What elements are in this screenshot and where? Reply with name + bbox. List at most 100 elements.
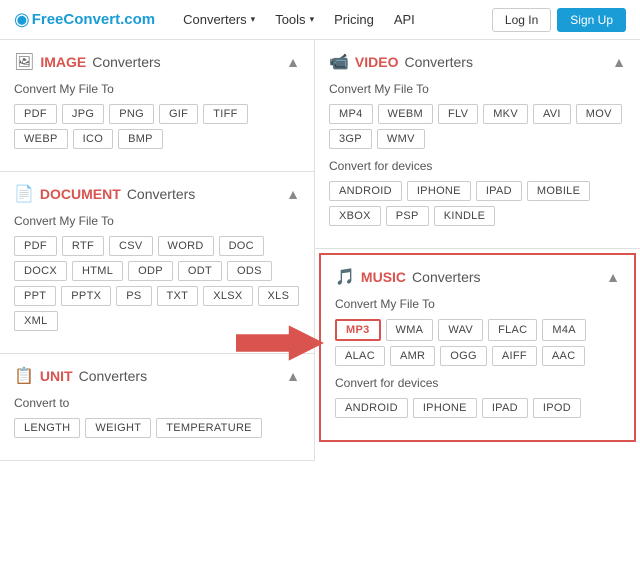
video-section-title: 📹 VIDEO Converters	[329, 52, 473, 72]
chevron-icon: ▾	[310, 14, 315, 25]
tag-doc[interactable]: DOC	[219, 236, 264, 256]
unit-section-header: 📋 UNIT Converters ▲	[14, 366, 300, 386]
tag-ipad[interactable]: IPAD	[482, 398, 528, 418]
tag-iphone[interactable]: IPHONE	[407, 181, 471, 201]
music-keyword: MUSIC	[361, 269, 406, 285]
unit-keyword: UNIT	[40, 368, 73, 384]
tag-weight[interactable]: WEIGHT	[85, 418, 151, 438]
tag-android[interactable]: ANDROID	[335, 398, 408, 418]
tag-kindle[interactable]: KINDLE	[434, 206, 496, 226]
music-section: 🎵 MUSIC Converters ▲ Convert My File To …	[319, 253, 636, 442]
tag-ods[interactable]: ODS	[227, 261, 272, 281]
login-button[interactable]: Log In	[492, 8, 551, 32]
tag-temperature[interactable]: TEMPERATURE	[156, 418, 262, 438]
tag-html[interactable]: HTML	[72, 261, 123, 281]
music-collapse-button[interactable]: ▲	[606, 269, 620, 285]
tag-mp3[interactable]: MP3	[335, 319, 381, 341]
tag-aiff[interactable]: AIFF	[492, 346, 537, 366]
tag-xlsx[interactable]: XLSX	[203, 286, 252, 306]
tag-wmv[interactable]: WMV	[377, 129, 425, 149]
nav-actions: Log In Sign Up	[492, 8, 626, 32]
video-file-tags: MP4 WEBM FLV MKV AVI MOV 3GP WMV	[329, 104, 626, 149]
document-icon: 📄	[14, 184, 34, 204]
image-section-header: 🖼 IMAGE Converters ▲	[14, 52, 300, 72]
unit-section-title: 📋 UNIT Converters	[14, 366, 147, 386]
tag-ipod[interactable]: IPOD	[533, 398, 581, 418]
unit-convert-label: Convert to	[14, 396, 300, 410]
logo-text: FreeConvert.com	[32, 11, 155, 28]
music-section-header: 🎵 MUSIC Converters ▲	[335, 267, 620, 287]
tag-ogg[interactable]: OGG	[440, 346, 487, 366]
tag-ps[interactable]: PS	[116, 286, 151, 306]
tag-wma[interactable]: WMA	[386, 319, 434, 341]
tag-android[interactable]: ANDROID	[329, 181, 402, 201]
tag-amr[interactable]: AMR	[390, 346, 435, 366]
tag-txt[interactable]: TXT	[157, 286, 199, 306]
video-collapse-button[interactable]: ▲	[612, 54, 626, 70]
nav-converters[interactable]: Converters ▾	[175, 8, 263, 31]
logo-suffix: Convert.com	[63, 11, 155, 28]
chevron-icon: ▾	[251, 14, 256, 25]
tag-mp4[interactable]: MP4	[329, 104, 373, 124]
logo[interactable]: ◉ FreeConvert.com	[14, 9, 155, 30]
tag-xls[interactable]: XLS	[258, 286, 300, 306]
nav-links: Converters ▾ Tools ▾ Pricing API	[175, 8, 492, 31]
tag-length[interactable]: LENGTH	[14, 418, 80, 438]
tag-xml[interactable]: XML	[14, 311, 58, 331]
music-label: Converters	[412, 269, 480, 285]
tag-wav[interactable]: WAV	[438, 319, 483, 341]
nav-api[interactable]: API	[386, 8, 423, 31]
tag-mkv[interactable]: MKV	[483, 104, 528, 124]
tag-xbox[interactable]: XBOX	[329, 206, 381, 226]
image-label: Converters	[92, 54, 160, 70]
tag-png[interactable]: PNG	[109, 104, 154, 124]
tag-m4a[interactable]: M4A	[542, 319, 586, 341]
unit-label: Converters	[79, 368, 147, 384]
tag-jpg[interactable]: JPG	[62, 104, 104, 124]
tag-odt[interactable]: ODT	[178, 261, 222, 281]
tag-pptx[interactable]: PPTX	[61, 286, 111, 306]
tag-rtf[interactable]: RTF	[62, 236, 104, 256]
tag-ico[interactable]: ICO	[73, 129, 113, 149]
tag-webm[interactable]: WEBM	[378, 104, 433, 124]
tag-csv[interactable]: CSV	[109, 236, 153, 256]
tag-bmp[interactable]: BMP	[118, 129, 163, 149]
tag-pdf[interactable]: PDF	[14, 104, 57, 124]
image-collapse-button[interactable]: ▲	[286, 54, 300, 70]
music-convert-label: Convert My File To	[335, 297, 620, 311]
video-icon: 📹	[329, 52, 349, 72]
tag-pdf[interactable]: PDF	[14, 236, 57, 256]
navbar: ◉ FreeConvert.com Converters ▾ Tools ▾ P…	[0, 0, 640, 40]
document-collapse-button[interactable]: ▲	[286, 186, 300, 202]
nav-pricing[interactable]: Pricing	[326, 8, 382, 31]
tag-flv[interactable]: FLV	[438, 104, 478, 124]
tag-docx[interactable]: DOCX	[14, 261, 67, 281]
tag-psp[interactable]: PSP	[386, 206, 429, 226]
tag-ppt[interactable]: PPT	[14, 286, 56, 306]
video-keyword: VIDEO	[355, 54, 399, 70]
tag-mobile[interactable]: MOBILE	[527, 181, 590, 201]
tag-iphone[interactable]: IPHONE	[413, 398, 477, 418]
tag-odp[interactable]: ODP	[128, 261, 173, 281]
tag-3gp[interactable]: 3GP	[329, 129, 372, 149]
logo-icon: ◉	[14, 9, 30, 30]
tag-alac[interactable]: ALAC	[335, 346, 385, 366]
tag-webp[interactable]: WEBP	[14, 129, 68, 149]
unit-collapse-button[interactable]: ▲	[286, 368, 300, 384]
image-keyword: IMAGE	[40, 54, 86, 70]
logo-prefix: Free	[32, 11, 64, 28]
tag-tiff[interactable]: TIFF	[203, 104, 247, 124]
tag-mov[interactable]: MOV	[576, 104, 622, 124]
signup-button[interactable]: Sign Up	[557, 8, 626, 32]
tag-ipad[interactable]: IPAD	[476, 181, 522, 201]
tag-word[interactable]: WORD	[158, 236, 214, 256]
nav-tools[interactable]: Tools ▾	[267, 8, 322, 31]
document-keyword: DOCUMENT	[40, 186, 121, 202]
tag-aac[interactable]: AAC	[542, 346, 586, 366]
tag-avi[interactable]: AVI	[533, 104, 571, 124]
video-device-label: Convert for devices	[329, 159, 626, 173]
tag-flac[interactable]: FLAC	[488, 319, 537, 341]
tag-gif[interactable]: GIF	[159, 104, 198, 124]
image-convert-label: Convert My File To	[14, 82, 300, 96]
unit-tags: LENGTH WEIGHT TEMPERATURE	[14, 418, 300, 438]
